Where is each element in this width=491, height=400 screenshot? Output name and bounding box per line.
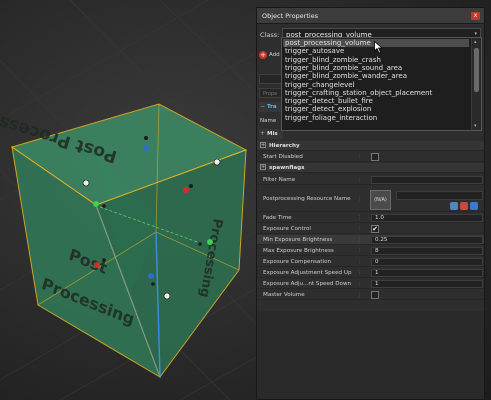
hidden-field[interactable] [259,74,283,84]
prop-max-exposure: Max Exposure Brightness ⋮ 8 [257,246,484,257]
min-exposure-field[interactable]: 0.25 [371,236,483,244]
browse-icon[interactable] [450,202,458,210]
expand-icon: + [260,142,266,148]
prop-filter-name: Filter Name ⋮ [257,175,484,186]
prop-min-exposure: Min Exposure Brightness ⋮ 0.25 [257,235,484,246]
clear-icon[interactable] [460,202,468,210]
adjust-speed-up-field[interactable]: 1 [371,269,483,277]
prop-start-disabled: Start Disabled ⋮ [257,152,484,163]
section-label: Hierarchy [269,143,300,149]
prop-fade-time: Fade Time ⋮ 1.0 [257,213,484,224]
splitter-icon: ⋮ [357,237,362,243]
add-icon: + [259,51,267,59]
prop-label: Max Exposure Brightness [263,248,334,254]
splitter-icon: ⋮ [357,281,362,287]
dropdown-item[interactable]: trigger_blind_zombie_crash [283,56,469,64]
splitter-icon: ⋮ [357,196,362,202]
resource-thumbnail[interactable]: (N/A) [370,190,391,210]
panel-title: Object Properties [262,12,319,20]
section-spawnflags[interactable]: + spawnflags [257,163,484,174]
dropdown-item[interactable]: trigger_blind_zombie_sound_area [283,64,469,72]
expand-icon: + [260,164,266,170]
splitter-icon: ⋮ [357,270,362,276]
dropdown-item[interactable]: trigger_changelevel [283,81,469,89]
dropdown-item[interactable]: trigger_detect_explosion [283,105,469,113]
mouse-cursor-icon [374,41,383,54]
dropdown-item[interactable]: trigger_crafting_station_object_placemen… [283,89,469,97]
prop-label: Exposure Control [263,226,311,232]
splitter-icon: ⋮ [357,248,362,254]
class-label: Class: [260,31,280,39]
splitter-icon: ⋮ [357,226,362,232]
prop-adjust-speed-down: Exposure Adju...nt Speed Down ⋮ 1 [257,279,484,290]
prop-exposure-compensation: Exposure Compensation ⋮ 0 [257,257,484,268]
section-label: spawnflags [269,165,305,171]
property-search-placeholder: Prope [263,91,278,97]
prop-label: Exposure Adjustment Speed Up [263,270,352,276]
splitter-icon: ⋮ [357,154,362,160]
dropdown-item[interactable]: trigger_detect_bullet_fire [283,97,469,105]
adjust-speed-down-field[interactable]: 1 [371,280,483,288]
prop-label: Min Exposure Brightness [263,237,333,243]
splitter-icon: ⋮ [357,177,362,183]
splitter-icon: ⋮ [357,259,362,265]
panel-titlebar[interactable]: Object Properties x [257,8,484,24]
scroll-down-icon[interactable]: ▾ [474,123,477,129]
exposure-control-checkbox[interactable]: ✔ [371,225,379,233]
prop-label: Exposure Compensation [263,259,332,265]
panel-empty-area [257,311,484,399]
filter-name-field[interactable] [371,176,483,184]
scroll-up-icon[interactable]: ▴ [474,39,477,45]
property-search-input[interactable]: Prope [259,88,283,98]
prop-label: Exposure Adju...nt Speed Down [263,281,352,287]
section-transform[interactable]: − Tra [259,102,283,112]
splitter-icon: ⋮ [357,215,362,221]
fade-time-field[interactable]: 1.0 [371,214,483,222]
prop-label: Master Volume [263,292,305,298]
master-volume-checkbox[interactable] [371,291,379,299]
prop-adjust-speed-up: Exposure Adjustment Speed Up ⋮ 1 [257,268,484,279]
name-label: Name [260,118,277,124]
add-label: Add [269,52,280,58]
prop-postprocessing-resource: Postprocessing Resource Name ⋮ (N/A) [257,187,484,212]
open-asset-icon[interactable] [470,202,478,210]
start-disabled-checkbox[interactable] [371,153,379,161]
scroll-thumb[interactable] [474,48,479,92]
max-exposure-field[interactable]: 8 [371,247,483,255]
section-label: Mis [267,131,278,137]
exposure-compensation-field[interactable]: 0 [371,258,483,266]
dropdown-item[interactable]: trigger_blind_zombie_wander_area [283,72,469,80]
prop-exposure-control: Exposure Control ⋮ ✔ [257,224,484,235]
prop-label: Start Disabled [263,154,303,160]
dropdown-scrollbar[interactable]: ▴ ▾ [471,38,481,130]
prop-label: Postprocessing Resource Name [263,196,351,202]
close-icon[interactable]: x [471,12,480,20]
dropdown-item[interactable]: trigger_foliage_interaction [283,114,469,122]
prop-master-volume: Master Volume ⋮ [257,290,484,301]
prop-label: Fade Time [263,215,292,221]
add-output-button[interactable]: + Add [259,50,283,61]
prop-label: Filter Name [263,177,296,183]
section-toggle-icon: + [260,130,266,137]
section-toggle-icon: − [260,103,266,110]
section-misc[interactable]: + Mis [259,129,283,139]
resource-path-field[interactable] [396,191,483,200]
splitter-icon: ⋮ [357,292,362,298]
section-label: Tra [267,104,277,110]
section-hierarchy[interactable]: + Hierarchy [257,141,484,152]
